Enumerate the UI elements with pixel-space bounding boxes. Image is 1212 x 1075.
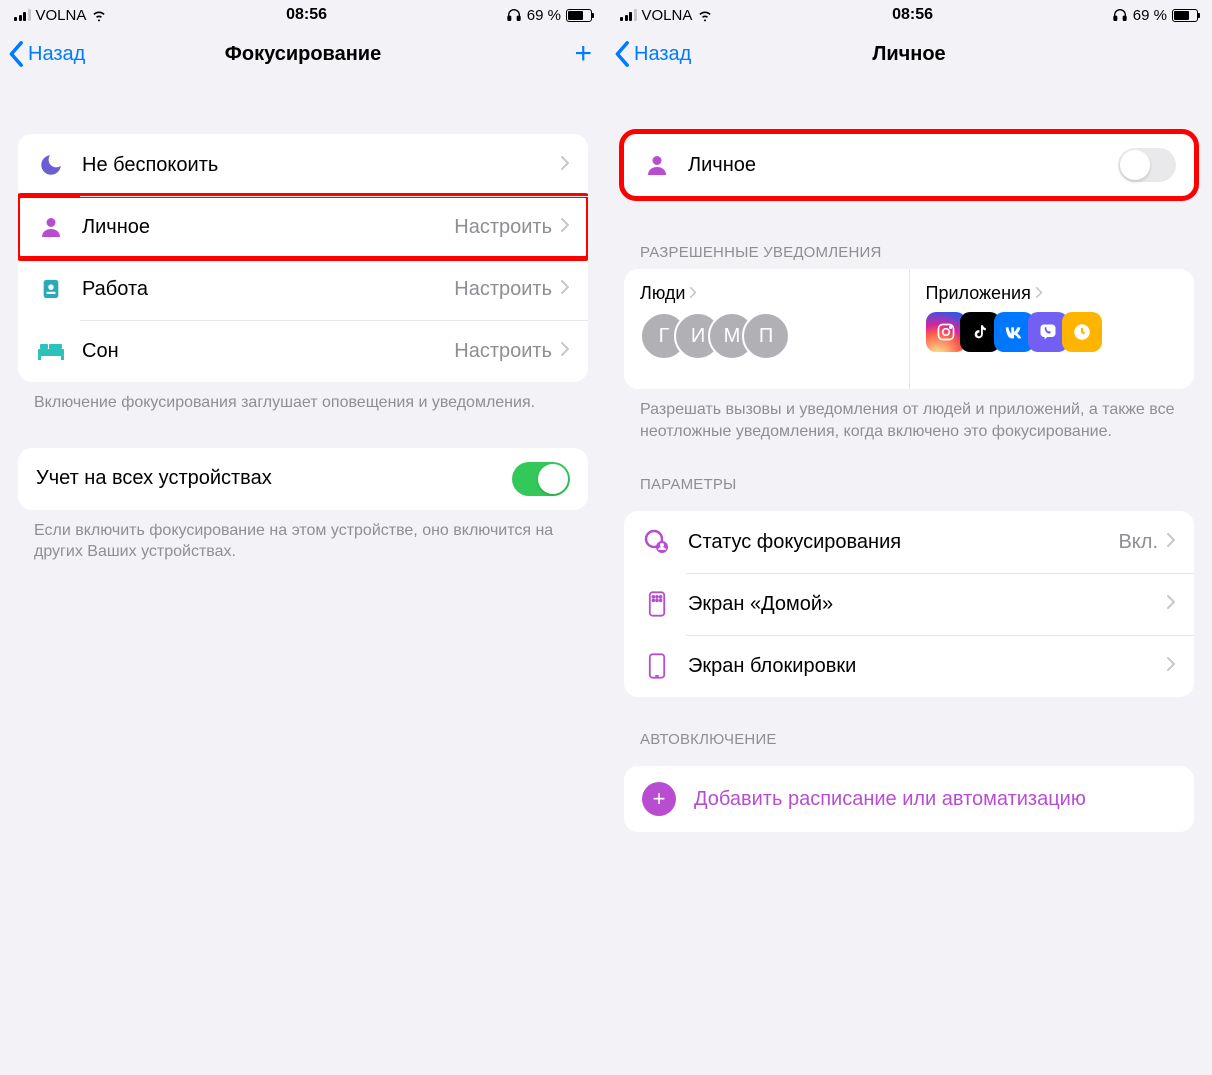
avatar: П [742, 312, 790, 360]
bed-icon [36, 336, 66, 366]
chevron-right-icon [1166, 655, 1176, 678]
row-label: Сон [82, 340, 454, 363]
row-label: Статус фокусирования [688, 531, 1118, 554]
row-value: Настроить [454, 216, 552, 239]
chevron-left-icon [614, 40, 632, 68]
personal-toggle-group: Личное [624, 134, 1194, 196]
carrier-label: VOLNA [36, 7, 87, 24]
carrier-label: VOLNA [642, 7, 693, 24]
signal-icon [14, 9, 31, 21]
row-label: Работа [82, 278, 454, 301]
chevron-right-icon [560, 340, 570, 363]
app-icons [926, 312, 1179, 352]
chevron-right-icon [1035, 283, 1043, 304]
allowed-apps[interactable]: Приложения [909, 269, 1195, 389]
section-header-params: ПАРАМЕТРЫ [606, 442, 1212, 501]
row-sync-across-devices[interactable]: Учет на всех устройствах [18, 448, 588, 510]
row-add-schedule[interactable]: + Добавить расписание или автоматизацию [624, 766, 1194, 832]
sync-group: Учет на всех устройствах [18, 448, 588, 510]
clock-icon [1062, 312, 1102, 352]
allowed-footer-text: Разрешать вызовы и уведомления от людей … [606, 389, 1212, 442]
sync-toggle[interactable] [512, 462, 570, 496]
chevron-right-icon [1166, 593, 1176, 616]
wifi-icon [697, 7, 713, 23]
chevron-right-icon [560, 216, 570, 239]
status-time: 08:56 [892, 6, 933, 24]
back-label: Назад [28, 43, 85, 66]
battery-pct: 69 % [1133, 7, 1167, 24]
page-title: Фокусирование [0, 43, 606, 66]
moon-icon [36, 150, 66, 180]
row-label: Учет на всех устройствах [36, 467, 512, 490]
row-value: Настроить [454, 340, 552, 363]
back-label: Назад [634, 43, 691, 66]
row-focus-status[interactable]: Статус фокусирования Вкл. [624, 511, 1194, 573]
params-group: Статус фокусирования Вкл. Экран «Домой» … [624, 511, 1194, 697]
row-lock-screen[interactable]: Экран блокировки [624, 635, 1194, 697]
people-avatars: Г И М П [640, 312, 893, 360]
row-personal-toggle[interactable]: Личное [624, 134, 1194, 196]
plus-circle-icon: + [642, 782, 676, 816]
sync-footer-text: Если включить фокусирование на этом устр… [0, 510, 606, 563]
person-icon [36, 212, 66, 242]
status-time: 08:56 [286, 6, 327, 24]
chevron-right-icon [560, 154, 570, 177]
page-title: Личное [606, 43, 1212, 66]
row-label: Личное [82, 216, 454, 239]
apps-label: Приложения [926, 283, 1031, 304]
people-label: Люди [640, 283, 685, 304]
add-focus-button[interactable]: + [574, 37, 592, 71]
section-header-auto: АВТОВКЛЮЧЕНИЕ [606, 697, 1212, 756]
row-personal[interactable]: Личное Настроить [18, 196, 588, 258]
row-home-screen[interactable]: Экран «Домой» [624, 573, 1194, 635]
focus-status-icon [642, 527, 672, 557]
headphones-icon [1112, 7, 1128, 23]
row-label: Не беспокоить [82, 154, 560, 177]
signal-icon [620, 9, 637, 21]
status-bar: VOLNA 08:56 69 % [0, 0, 606, 30]
chevron-right-icon [560, 278, 570, 301]
focus-list-group: Не беспокоить Личное Настроить Работа На… [18, 134, 588, 382]
badge-icon [36, 274, 66, 304]
nav-bar: Назад Личное [606, 30, 1212, 86]
battery-icon [566, 9, 592, 22]
row-work[interactable]: Работа Настроить [18, 258, 588, 320]
chevron-right-icon [1166, 531, 1176, 554]
row-do-not-disturb[interactable]: Не беспокоить [18, 134, 588, 196]
row-value: Настроить [454, 278, 552, 301]
auto-group: + Добавить расписание или автоматизацию [624, 766, 1194, 832]
headphones-icon [506, 7, 522, 23]
back-button[interactable]: Назад [8, 40, 85, 68]
person-icon [642, 150, 672, 180]
row-label: Личное [688, 154, 1118, 177]
row-label: Экран блокировки [688, 655, 1166, 678]
allowed-notifications-group: Люди Г И М П Приложения [624, 269, 1194, 389]
section-header-allowed: РАЗРЕШЕННЫЕ УВЕДОМЛЕНИЯ [606, 196, 1212, 269]
home-screen-icon [642, 589, 672, 619]
screen-personal-focus: VOLNA 08:56 69 % Назад Личное Личное [606, 0, 1212, 1075]
row-sleep[interactable]: Сон Настроить [18, 320, 588, 382]
row-value: Вкл. [1118, 531, 1158, 554]
chevron-left-icon [8, 40, 26, 68]
wifi-icon [91, 7, 107, 23]
screen-focus-list: VOLNA 08:56 69 % Назад Фокусирование + Н… [0, 0, 606, 1075]
nav-bar: Назад Фокусирование + [0, 30, 606, 86]
allowed-people[interactable]: Люди Г И М П [624, 269, 909, 389]
lock-screen-icon [642, 651, 672, 681]
chevron-right-icon [689, 283, 697, 304]
battery-pct: 69 % [527, 7, 561, 24]
status-bar: VOLNA 08:56 69 % [606, 0, 1212, 30]
back-button[interactable]: Назад [614, 40, 691, 68]
row-label: Экран «Домой» [688, 593, 1166, 616]
focus-footer-text: Включение фокусирования заглушает оповещ… [0, 382, 606, 414]
personal-toggle[interactable] [1118, 148, 1176, 182]
battery-icon [1172, 9, 1198, 22]
add-schedule-label: Добавить расписание или автоматизацию [694, 787, 1086, 812]
